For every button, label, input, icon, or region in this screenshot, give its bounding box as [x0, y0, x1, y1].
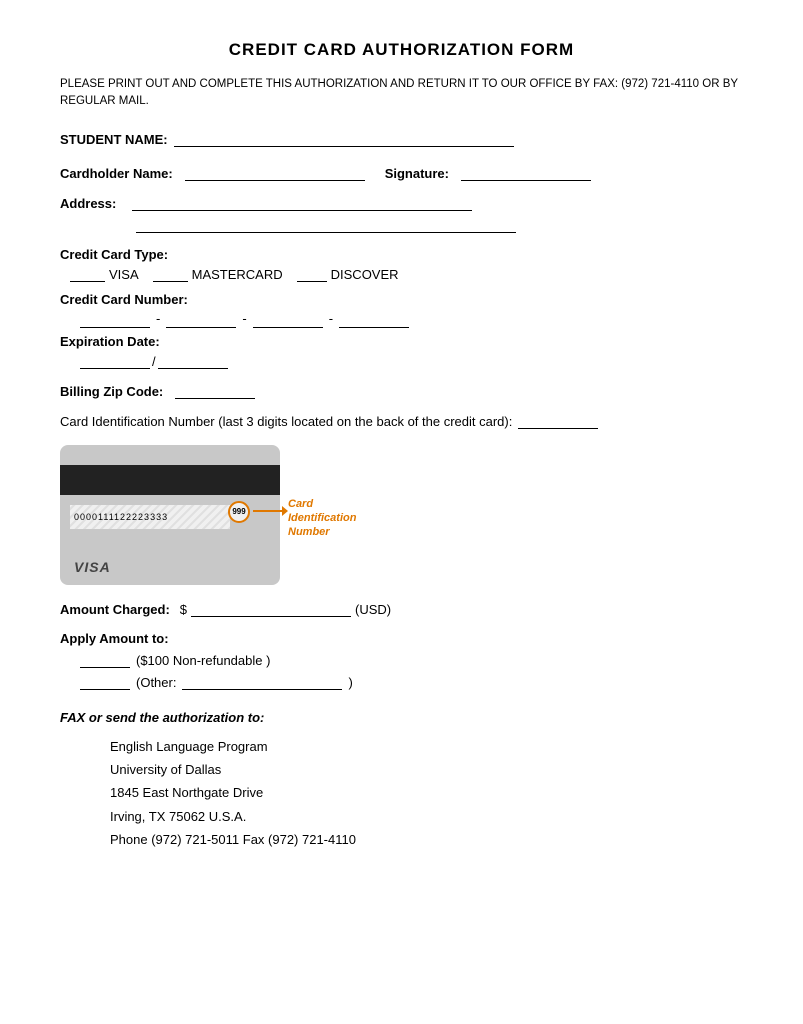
signature-group: Signature: [385, 165, 591, 181]
billing-zip-row: Billing Zip Code: [60, 383, 743, 399]
amount-charged-label: Amount Charged: [60, 602, 170, 617]
card-id-row: Card Identification Number (last 3 digit… [60, 413, 743, 429]
visa-label: VISA [109, 267, 139, 282]
card-cvv-circle: 999 [228, 501, 250, 523]
fax-section: FAX or send the authorization to: Englis… [60, 710, 743, 852]
card-stripe [60, 465, 280, 495]
card-signature-area: 0000111122223333 [70, 505, 230, 529]
mastercard-label: MASTERCARD [192, 267, 283, 282]
expiration-label: Expiration Date: [60, 334, 737, 349]
card-number-4[interactable] [339, 312, 409, 328]
amount-field[interactable] [191, 601, 351, 617]
cardholder-row: Cardholder Name: Signature: [60, 165, 743, 181]
card-image: 0000111122223333 999 Card Identification… [60, 445, 280, 585]
other-label: (Other: [136, 675, 176, 690]
amount-charged-row: Amount Charged: $ (USD) [60, 601, 743, 617]
address-section: Address: [60, 195, 743, 233]
instructions-text: PLEASE PRINT OUT AND COMPLETE THIS AUTHO… [60, 76, 743, 111]
card-number-fields: - - - [80, 311, 743, 328]
visa-checkbox[interactable] [70, 266, 105, 282]
discover-checkbox[interactable] [297, 266, 327, 282]
cardholder-label: Cardholder Name: [60, 166, 173, 181]
non-refundable-option: ($100 Non-refundable ) [80, 652, 743, 668]
card-arrow [253, 510, 283, 512]
card-number-display: 0000111122223333 [74, 512, 168, 522]
address-line-1: English Language Program [110, 735, 743, 758]
address-field-1[interactable] [132, 195, 472, 211]
address-line-2: University of Dallas [110, 758, 743, 781]
card-number-label: Credit Card Number: [60, 292, 737, 307]
credit-card-type-label: Credit Card Type: [60, 247, 737, 262]
discover-option: DISCOVER [297, 266, 399, 282]
signature-label: Signature: [385, 166, 449, 181]
non-refundable-checkbox[interactable] [80, 652, 130, 668]
signature-field[interactable] [461, 165, 591, 181]
expiry-section: Expiration Date: / [60, 334, 743, 369]
address-label: Address: [60, 196, 116, 211]
expiry-year[interactable] [158, 353, 228, 369]
card-type-options: VISA MASTERCARD DISCOVER [70, 266, 743, 282]
cardholder-field[interactable] [185, 165, 365, 181]
card-number-section: Credit Card Number: - - - [60, 292, 743, 328]
billing-zip-field[interactable] [175, 383, 255, 399]
other-field[interactable] [182, 674, 342, 690]
visa-option: VISA [70, 266, 139, 282]
card-id-label: Card Identification Number (last 3 digit… [60, 414, 512, 429]
apply-amount-label: Apply Amount to: [60, 631, 737, 646]
apply-amount-section: Apply Amount to: ($100 Non-refundable ) … [60, 631, 743, 690]
address-field-2[interactable] [136, 217, 516, 233]
student-name-field[interactable] [174, 131, 514, 147]
usd-label: (USD) [355, 602, 391, 617]
other-option: (Other: ) [80, 674, 743, 690]
address-label-row: Address: [60, 195, 743, 211]
address-line-3: 1845 East Northgate Drive [110, 781, 743, 804]
address-line-5: Phone (972) 721-5011 Fax (972) 721-4110 [110, 828, 743, 851]
card-number-1[interactable] [80, 312, 150, 328]
mastercard-checkbox[interactable] [153, 266, 188, 282]
card-id-field[interactable] [518, 413, 598, 429]
address-block: English Language Program University of D… [110, 735, 743, 852]
discover-label: DISCOVER [331, 267, 399, 282]
card-brand-label: VISA [74, 559, 111, 575]
credit-card-type-section: Credit Card Type: VISA MASTERCARD DISCOV… [60, 247, 743, 282]
expiry-month[interactable] [80, 353, 150, 369]
dollar-sign: $ [180, 602, 187, 617]
card-number-3[interactable] [253, 312, 323, 328]
card-id-overlay-label: Card Identification Number [288, 497, 378, 540]
other-checkbox[interactable] [80, 674, 130, 690]
other-close: ) [348, 675, 352, 690]
student-name-row: STUDENT NAME: [60, 131, 743, 147]
address-line-4: Irving, TX 75062 U.S.A. [110, 805, 743, 828]
student-name-label: STUDENT NAME: [60, 132, 168, 147]
cardholder-group: Cardholder Name: [60, 165, 365, 181]
expiry-fields: / [80, 353, 743, 369]
mastercard-option: MASTERCARD [153, 266, 283, 282]
non-refundable-label: ($100 Non-refundable ) [136, 653, 270, 668]
card-number-2[interactable] [166, 312, 236, 328]
page-title: CREDIT CARD AUTHORIZATION FORM [60, 40, 743, 60]
fax-title: FAX or send the authorization to: [60, 710, 743, 725]
billing-zip-label: Billing Zip Code: [60, 384, 163, 399]
